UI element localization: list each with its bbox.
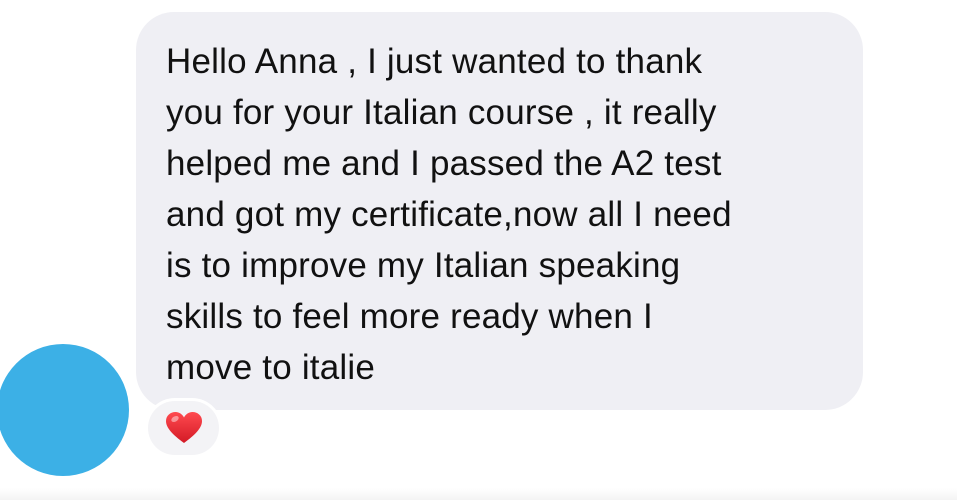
bottom-edge bbox=[0, 488, 957, 500]
chat-area: Hello Anna , I just wanted to thank you … bbox=[0, 0, 957, 500]
heart-icon bbox=[165, 412, 202, 443]
message-text: Hello Anna , I just wanted to thank you … bbox=[166, 42, 732, 387]
reaction-badge[interactable] bbox=[148, 401, 219, 455]
avatar[interactable] bbox=[0, 344, 129, 476]
message-bubble[interactable]: Hello Anna , I just wanted to thank you … bbox=[136, 12, 863, 410]
message-row: Hello Anna , I just wanted to thank you … bbox=[0, 0, 957, 500]
